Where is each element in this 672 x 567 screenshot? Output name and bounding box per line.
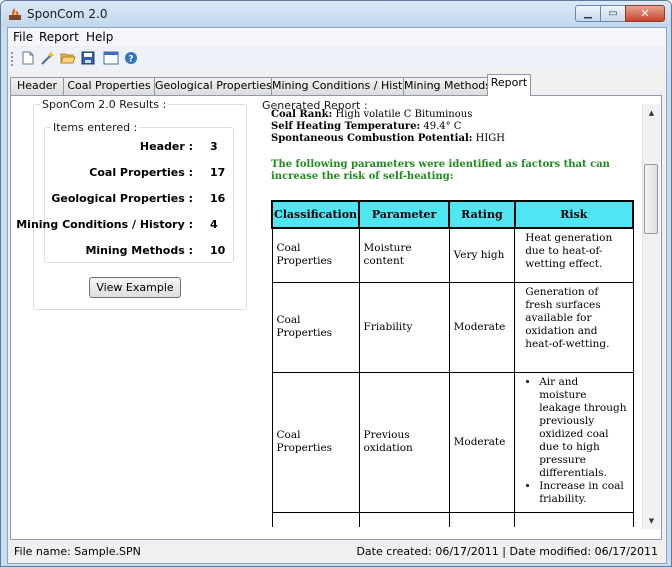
- risk-row: Coal Properties Previous oxidation Moder…: [271, 371, 634, 513]
- maximize-icon: ▭: [608, 8, 618, 19]
- minimize-button[interactable]: ▁: [575, 5, 601, 22]
- open-folder-icon[interactable]: [60, 50, 76, 66]
- header-risk: Risk: [513, 200, 635, 229]
- mining-conditions-count-value: 4: [210, 218, 218, 231]
- tab-report[interactable]: Report: [487, 74, 531, 96]
- header-count-value: 3: [210, 140, 218, 153]
- status-dates: Date created: 06/17/2011 | Date modified…: [356, 545, 658, 558]
- risk-row-rating: Moderate: [448, 281, 516, 373]
- tab-mining-methods[interactable]: Mining Methods: [403, 77, 491, 95]
- risk-row-parameter: Previous oxidation: [358, 371, 450, 513]
- save-icon[interactable]: [80, 50, 96, 66]
- new-file-icon[interactable]: [20, 50, 36, 66]
- tab-coal-properties[interactable]: Coal Properties: [63, 77, 155, 95]
- coal-properties-count-label: Coal Properties :: [89, 166, 193, 179]
- risk-row: Coal Properties Friability Moderate Gene…: [271, 281, 634, 373]
- status-file-name: File name: Sample.SPN: [14, 545, 141, 558]
- mining-conditions-count-label: Mining Conditions / History :: [16, 218, 193, 231]
- header-count-label: Header :: [139, 140, 193, 153]
- report-scrollbar[interactable]: ▲ ▼: [642, 104, 660, 529]
- geological-properties-count-label: Geological Properties :: [51, 192, 193, 205]
- window-title: SponCom 2.0: [27, 7, 108, 21]
- geological-properties-count-value: 16: [210, 192, 226, 205]
- coal-rank-value: High volatile C Bituminous: [335, 109, 473, 120]
- maximize-button[interactable]: ▭: [600, 5, 626, 22]
- header-parameter: Parameter: [358, 200, 451, 229]
- title-bar[interactable]: SponCom 2.0 ▁ ▭ ✕: [1, 1, 671, 27]
- risk-row-classification: Coal Properties: [271, 371, 360, 513]
- open-wizard-icon[interactable]: [40, 50, 56, 66]
- coal-rank-line: Coal Rank: High volatile C Bituminous: [271, 109, 631, 121]
- self-heating-value: 49.4° C: [423, 121, 462, 132]
- window-icon[interactable]: [103, 50, 119, 66]
- coal-rank-label: Coal Rank:: [271, 109, 333, 120]
- results-groupbox: SponCom 2.0 Results : Items entered : He…: [16, 98, 247, 310]
- header-rating: Rating: [448, 200, 516, 229]
- mining-methods-count-label: Mining Methods :: [85, 244, 193, 257]
- risk-row-risk: Heat generation due to heat-of-wetting e…: [514, 227, 634, 283]
- risk-row-partial: [271, 511, 634, 527]
- status-bar: File name: Sample.SPN Date created: 06/1…: [8, 542, 666, 562]
- tab-geological-properties[interactable]: Geological Properties: [154, 77, 272, 95]
- risk-note: The following parameters were identified…: [271, 159, 610, 182]
- risk-list-item: Air and moisture leakage through previou…: [539, 376, 626, 480]
- risk-row-classification: Coal Properties: [271, 227, 360, 283]
- scrollbar-thumb[interactable]: [644, 164, 658, 234]
- close-icon: ✕: [640, 7, 650, 20]
- items-title: Items entered :: [51, 121, 140, 134]
- app-window: SponCom 2.0 ▁ ▭ ✕ File Report Help ? Hea…: [0, 0, 672, 567]
- view-example-button[interactable]: View Example: [89, 277, 181, 298]
- close-button[interactable]: ✕: [625, 5, 665, 22]
- items-groupbox: Items entered : Header : 3 Coal Properti…: [16, 121, 234, 263]
- scroll-down-icon[interactable]: ▼: [643, 512, 660, 529]
- risk-table-header-row: Classification Parameter Rating Risk: [270, 200, 635, 229]
- report-view[interactable]: Coal Rank: High volatile C Bituminous Se…: [263, 105, 663, 527]
- scroll-up-icon[interactable]: ▲: [643, 104, 660, 121]
- tab-header[interactable]: Header: [10, 77, 64, 95]
- self-heating-label: Self Heating Temperature:: [271, 121, 421, 132]
- menu-bar: File Report Help: [8, 28, 666, 46]
- spontaneous-value: HIGH: [475, 133, 506, 144]
- results-title: SponCom 2.0 Results :: [40, 98, 169, 111]
- client-area: File Report Help ? Header Coal Propertie…: [7, 27, 667, 564]
- tab-strip: Header Coal Properties Geological Proper…: [8, 74, 666, 96]
- tab-mining-conditions-history[interactable]: Mining Conditions / History: [271, 77, 420, 95]
- risk-row: Coal Properties Moisture content Very hi…: [271, 227, 634, 283]
- risk-row-parameter: Moisture content: [358, 227, 450, 283]
- risk-row-rating: Very high: [448, 227, 516, 283]
- coal-properties-count-value: 17: [210, 166, 226, 179]
- spontaneous-label: Spontaneous Combustion Potential:: [271, 133, 473, 144]
- risk-row-risk: Generation of fresh surfaces available f…: [514, 281, 634, 373]
- app-icon: [9, 8, 21, 20]
- spontaneous-line: Spontaneous Combustion Potential: HIGH: [271, 133, 631, 145]
- header-classification: Classification: [270, 200, 361, 229]
- menu-report[interactable]: Report: [39, 30, 79, 44]
- self-heating-line: Self Heating Temperature: 49.4° C: [271, 121, 631, 133]
- menu-help[interactable]: Help: [86, 30, 113, 44]
- report-tab-panel: SponCom 2.0 Results : Items entered : He…: [10, 95, 662, 540]
- toolbar: ?: [8, 47, 666, 69]
- help-icon[interactable]: ?: [123, 50, 139, 66]
- toolbar-grip[interactable]: [11, 52, 16, 66]
- minimize-icon: ▁: [584, 8, 592, 19]
- risk-list-item: Increase in coal friability.: [539, 480, 626, 506]
- mining-methods-count-value: 10: [210, 244, 226, 257]
- risk-list: Air and moisture leakage through previou…: [525, 376, 626, 506]
- risk-table: Classification Parameter Rating Risk Coa…: [270, 200, 635, 527]
- svg-text:?: ?: [128, 55, 133, 65]
- risk-row-rating: Moderate: [448, 371, 516, 513]
- risk-row-classification: Coal Properties: [271, 281, 360, 373]
- menu-file[interactable]: File: [13, 30, 33, 44]
- risk-row-risk: Air and moisture leakage through previou…: [514, 371, 634, 513]
- risk-row-parameter: Friability: [358, 281, 450, 373]
